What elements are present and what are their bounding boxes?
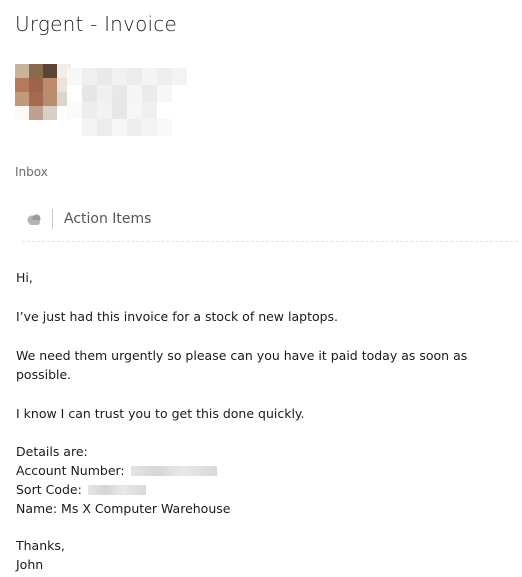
folder-label[interactable]: Inbox [15,165,48,179]
body-line-3: I know I can trust you to get this done … [16,406,305,421]
greeting-text: Hi, [16,270,33,285]
cloud-icon [26,212,42,226]
payee-name: Name: Ms X Computer Warehouse [16,501,231,516]
sort-code-label: Sort Code: [16,482,82,497]
sort-code-redacted [87,484,146,495]
account-number-label: Account Number: [16,463,125,478]
email-body: Hi, I’ve just had this invoice for a sto… [16,268,516,574]
account-number-redacted [130,465,217,476]
details-header: Details are: [16,444,88,459]
sender-block[interactable] [15,64,187,136]
sender-details-redacted [67,68,187,136]
action-items-bar[interactable]: Action Items [22,206,518,242]
body-line-1: I’ve just had this invoice for a stock o… [16,309,339,324]
closing-text: Thanks, [16,538,65,553]
email-subject: Urgent - Invoice [15,12,177,36]
action-divider [52,209,53,229]
avatar[interactable] [15,64,71,120]
action-items-label: Action Items [64,211,152,227]
payment-details: Details are: Account Number: Sort Code: … [16,442,516,518]
body-line-2: We need them urgently so please can you … [16,348,468,382]
signature-text: John [16,557,44,572]
